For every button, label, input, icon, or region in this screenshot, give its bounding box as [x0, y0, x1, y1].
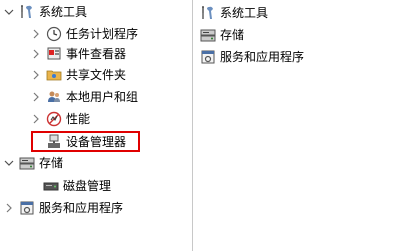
services-icon: [19, 200, 35, 216]
storage-icon: [200, 27, 216, 43]
tree-node-task-scheduler[interactable]: 任务计划程序: [31, 23, 138, 45]
tree-node-local-users-groups[interactable]: 本地用户和组: [31, 86, 138, 108]
chevron-down-icon[interactable]: [4, 152, 14, 174]
storage-icon: [19, 155, 35, 171]
list-item-label: 系统工具: [220, 6, 269, 20]
disk-icon: [43, 178, 59, 194]
chevron-right-icon[interactable]: [31, 64, 41, 86]
tools-icon: [200, 5, 216, 21]
list-item-label: 存储: [220, 28, 245, 42]
console-tree: 系统工具 任务计划程序 事件查看器 共享文件夹 本地用户和组 性能 设备管理器 …: [0, 0, 192, 251]
performance-icon: [46, 111, 62, 127]
tree-node-label: 系统工具: [39, 5, 88, 19]
shared-folder-icon: [46, 67, 62, 83]
clock-icon: [46, 26, 62, 42]
tree-node-performance[interactable]: 性能: [31, 108, 90, 130]
tools-icon: [19, 4, 35, 20]
list-item-label: 服务和应用程序: [220, 50, 305, 64]
users-icon: [46, 89, 62, 105]
tree-node-shared-folders[interactable]: 共享文件夹: [31, 64, 126, 86]
result-list: 系统工具 存储 服务和应用程序: [193, 0, 419, 251]
event-viewer-icon: [46, 46, 62, 62]
list-item-services-applications[interactable]: 服务和应用程序: [200, 47, 304, 67]
tree-node-disk-management[interactable]: 磁盘管理: [43, 175, 111, 197]
tree-node-label: 任务计划程序: [66, 27, 139, 41]
chevron-right-icon[interactable]: [31, 86, 41, 108]
tree-node-label: 设备管理器: [66, 135, 127, 149]
list-item-storage[interactable]: 存储: [200, 25, 244, 45]
tree-node-services-applications[interactable]: 服务和应用程序: [4, 197, 123, 219]
device-manager-icon: [46, 134, 62, 150]
chevron-down-icon[interactable]: [4, 1, 14, 23]
chevron-right-icon[interactable]: [31, 43, 41, 65]
tree-node-label: 服务和应用程序: [39, 201, 124, 215]
chevron-right-icon[interactable]: [4, 197, 14, 219]
tree-node-label: 磁盘管理: [63, 179, 112, 193]
chevron-right-icon[interactable]: [31, 23, 41, 45]
chevron-right-icon[interactable]: [31, 108, 41, 130]
tree-node-storage[interactable]: 存储: [4, 152, 63, 174]
tree-node-label: 事件查看器: [66, 47, 127, 61]
tree-node-label: 性能: [66, 112, 91, 126]
tree-node-device-manager[interactable]: 设备管理器: [46, 131, 126, 153]
tree-node-label: 本地用户和组: [66, 90, 139, 104]
tree-node-label: 共享文件夹: [66, 68, 127, 82]
tree-node-label: 存储: [39, 156, 64, 170]
tree-node-system-tools[interactable]: 系统工具: [4, 1, 87, 23]
list-item-system-tools[interactable]: 系统工具: [200, 3, 268, 23]
tree-node-event-viewer[interactable]: 事件查看器: [31, 43, 126, 65]
services-icon: [200, 49, 216, 65]
